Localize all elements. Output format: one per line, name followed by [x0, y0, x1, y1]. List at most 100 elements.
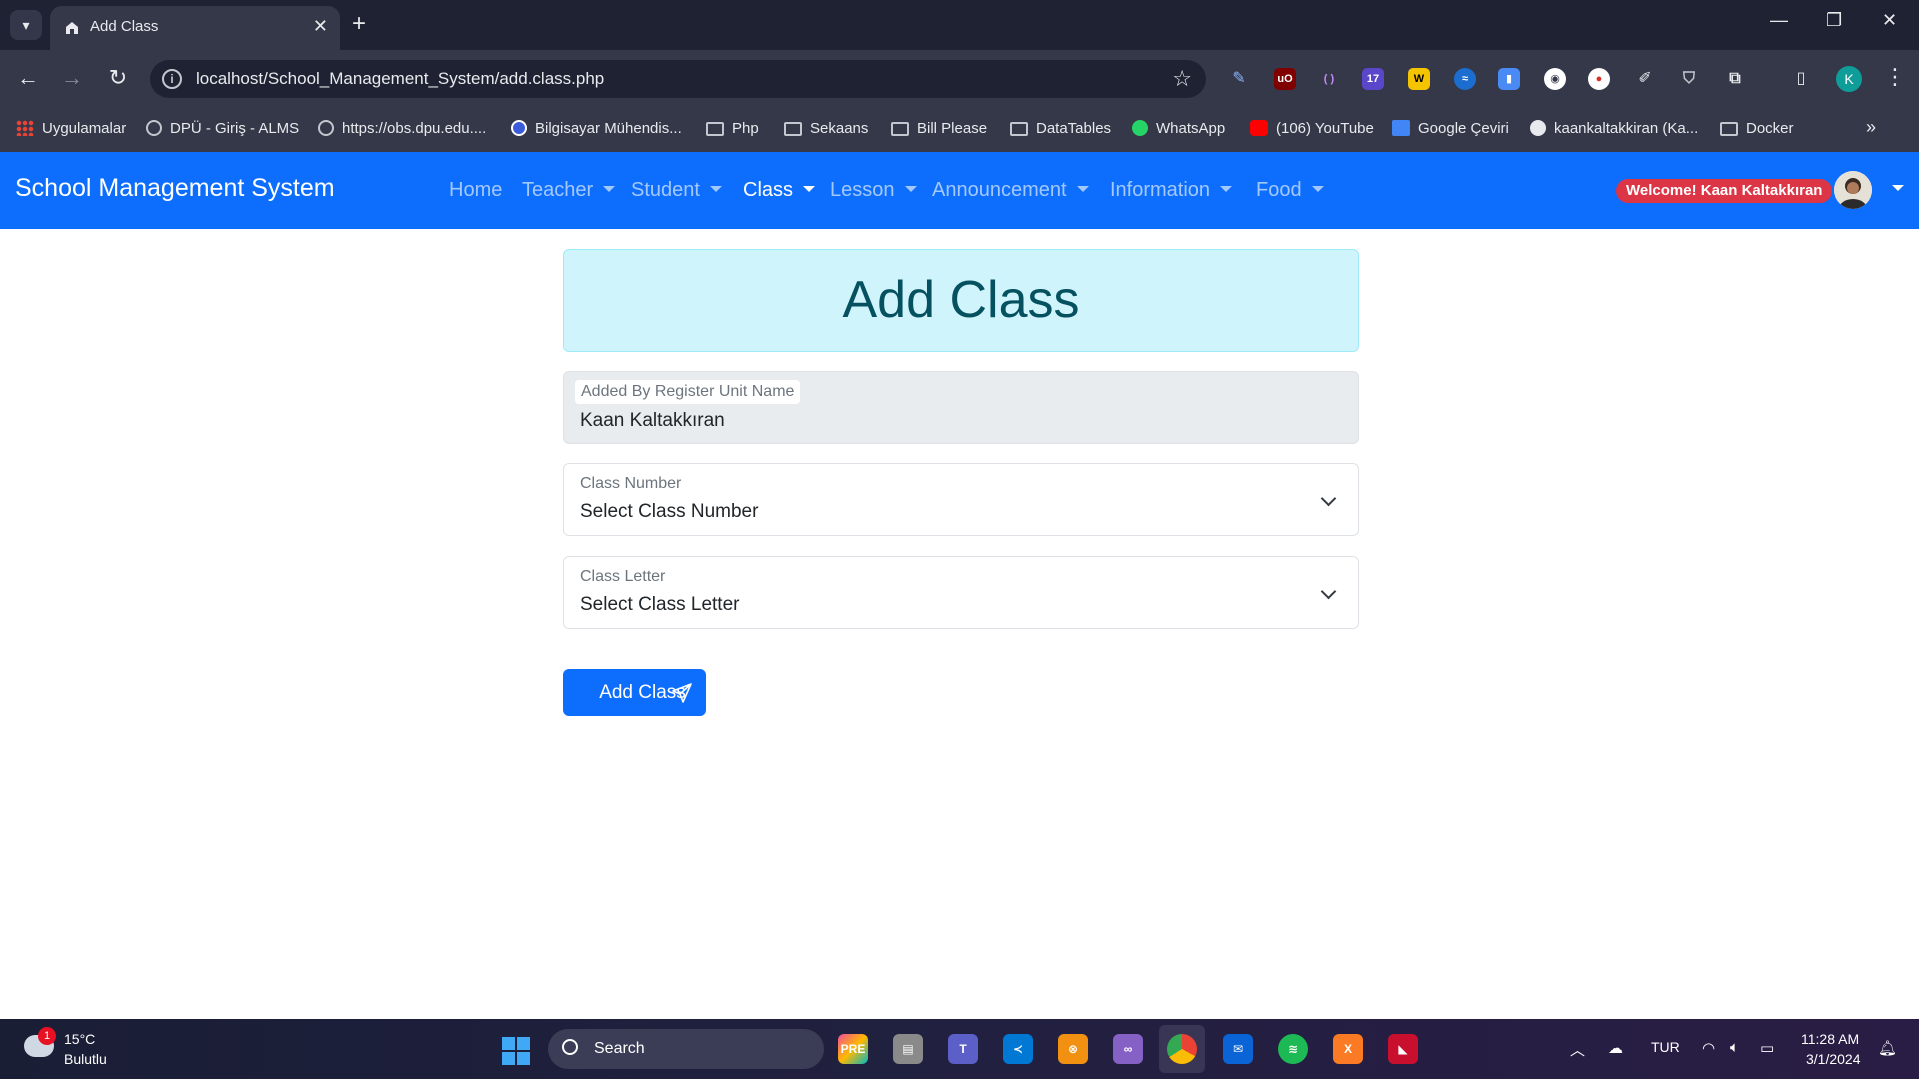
bookmark-folder-bill-please[interactable]: Bill Please: [891, 120, 987, 137]
record-extension-icon[interactable]: ●: [1588, 68, 1610, 90]
class-number-label: Class Number: [580, 475, 682, 492]
bookmark-folder-docker[interactable]: Docker: [1720, 120, 1794, 137]
file-explorer-app-icon[interactable]: ▤: [893, 1034, 923, 1064]
volume-icon[interactable]: 🔈︎: [1730, 1039, 1739, 1056]
chevron-down-icon: [1320, 490, 1337, 507]
bookmark-star-icon[interactable]: ☆: [1172, 66, 1192, 92]
eyedropper-extension-icon[interactable]: ✐: [1634, 68, 1656, 90]
copilot-app-icon[interactable]: PRE: [838, 1034, 868, 1064]
clock-time[interactable]: 11:28 AM: [1801, 1031, 1859, 1047]
xampp-app-icon[interactable]: X: [1333, 1034, 1363, 1064]
site-info-icon[interactable]: i: [162, 69, 182, 89]
weather-temperature[interactable]: 15°C: [64, 1031, 95, 1047]
reload-icon[interactable]: ↻: [103, 64, 133, 92]
chrome-app-icon[interactable]: [1167, 1034, 1197, 1064]
clock-date[interactable]: 3/1/2024: [1806, 1051, 1861, 1067]
vscode-app-icon[interactable]: ≺: [1003, 1034, 1033, 1064]
w-extension-icon[interactable]: W: [1408, 68, 1430, 90]
badge-extension-icon[interactable]: 17: [1362, 68, 1384, 90]
bracket-extension-icon[interactable]: ( ): [1318, 68, 1340, 90]
bookmark-folder-php[interactable]: Php: [706, 120, 759, 137]
ublock-extension-icon[interactable]: uO: [1274, 68, 1296, 90]
sql-app-icon[interactable]: ◣: [1388, 1034, 1418, 1064]
new-tab-button[interactable]: +: [352, 10, 366, 38]
forward-arrow-icon[interactable]: →: [57, 64, 87, 92]
bookmark-youtube[interactable]: (106) YouTube: [1250, 120, 1374, 137]
added-by-value: Kaan Kaltakkıran: [580, 410, 725, 431]
apps-grid-icon: [16, 120, 34, 136]
wifi-icon[interactable]: ◠: [1702, 1039, 1715, 1057]
onedrive-icon[interactable]: ☁: [1608, 1039, 1623, 1057]
nav-announcement-dropdown[interactable]: Announcement: [932, 179, 1089, 202]
bookmark-google-ceviri[interactable]: Google Çeviri: [1392, 120, 1509, 137]
bookmark-whatsapp[interactable]: WhatsApp: [1132, 120, 1225, 137]
app-navbar: School Management System Home Teacher St…: [0, 152, 1919, 229]
user-avatar[interactable]: [1834, 171, 1872, 209]
close-window-button[interactable]: ✕: [1882, 10, 1897, 31]
shield-extension-icon[interactable]: ⛉: [1678, 68, 1700, 90]
tray-chevron-up-icon[interactable]: ︿: [1570, 1039, 1585, 1060]
tab-search-button[interactable]: ▾: [10, 10, 42, 40]
class-number-select[interactable]: Class Number Select Class Number: [563, 463, 1359, 536]
minimize-button[interactable]: —: [1770, 10, 1788, 31]
notification-bell-icon[interactable]: 🔔︎: [1878, 1039, 1897, 1057]
nav-class-dropdown[interactable]: Class: [743, 179, 816, 202]
chevron-down-icon: [1320, 583, 1337, 600]
nav-food-dropdown[interactable]: Food: [1256, 179, 1324, 202]
more-bookmarks-icon[interactable]: »: [1866, 117, 1876, 138]
bookmarks-bar: Uygulamalar DPÜ - Giriş - ALMS https://o…: [0, 108, 1919, 152]
side-panel-icon[interactable]: ▯: [1790, 68, 1812, 90]
bookmark-bilgisayar[interactable]: Bilgisayar Mühendis...: [511, 120, 682, 137]
globe-icon: [146, 120, 162, 136]
translate-icon: [1392, 120, 1410, 136]
address-bar[interactable]: i localhost/School_Management_System/add…: [150, 60, 1206, 98]
nav-home[interactable]: Home: [449, 179, 502, 202]
teams-app-icon[interactable]: T: [948, 1034, 978, 1064]
profile-avatar[interactable]: K: [1836, 66, 1862, 92]
tab-close-icon[interactable]: ✕: [313, 16, 328, 37]
bookmark-obs-dpu[interactable]: https://obs.dpu.edu....: [318, 120, 486, 137]
url-text[interactable]: localhost/School_Management_System/add.c…: [196, 69, 604, 89]
add-class-button[interactable]: Add Class: [563, 669, 706, 716]
windows-start-icon[interactable]: [502, 1037, 530, 1065]
weather-condition[interactable]: Bulutlu: [64, 1051, 107, 1067]
university-icon: [511, 120, 527, 136]
sublime-merge-app-icon[interactable]: ⊗: [1058, 1034, 1088, 1064]
bookmark-folder-datatables[interactable]: DataTables: [1010, 120, 1111, 137]
browser-tab-strip: ▾ Add Class ✕ + — ❐ ✕: [0, 0, 1919, 50]
battery-icon[interactable]: ▭: [1760, 1039, 1774, 1057]
bookmark-apps[interactable]: Uygulamalar: [16, 120, 126, 137]
nav-lesson-dropdown[interactable]: Lesson: [830, 179, 917, 202]
taskbar-search-label: Search: [594, 1040, 645, 1057]
docs-extension-icon[interactable]: ▮: [1498, 68, 1520, 90]
caret-down-icon: [803, 186, 816, 192]
browser-tab[interactable]: Add Class ✕: [50, 6, 340, 50]
brand-link[interactable]: School Management System: [15, 174, 335, 203]
visual-studio-app-icon[interactable]: ∞: [1113, 1034, 1143, 1064]
nav-teacher-dropdown[interactable]: Teacher: [522, 179, 616, 202]
chrome-menu-icon[interactable]: ⋮: [1884, 64, 1906, 90]
taskbar-search[interactable]: Search: [548, 1029, 824, 1069]
class-letter-select[interactable]: Class Letter Select Class Letter: [563, 556, 1359, 629]
restore-button[interactable]: ❐: [1826, 10, 1842, 31]
folder-icon: [706, 122, 724, 136]
nav-information-dropdown[interactable]: Information: [1110, 179, 1233, 202]
circle-extension-icon[interactable]: ◉: [1544, 68, 1566, 90]
bookmark-github[interactable]: kaankaltakkiran (Ka...: [1530, 120, 1698, 137]
bookmark-dpu-alms[interactable]: DPÜ - Giriş - ALMS: [146, 120, 299, 137]
puzzle-extensions-icon[interactable]: ⧉: [1724, 68, 1746, 90]
class-number-value: Select Class Number: [580, 501, 759, 522]
language-indicator[interactable]: TUR: [1651, 1039, 1680, 1055]
wave-extension-icon[interactable]: ≈: [1454, 68, 1476, 90]
tools-extension-icon[interactable]: ✎: [1228, 68, 1250, 90]
weather-notification-badge: 1: [38, 1027, 56, 1045]
back-arrow-icon[interactable]: ←: [13, 64, 43, 92]
caret-down-icon: [709, 186, 722, 192]
nav-student-dropdown[interactable]: Student: [631, 179, 722, 202]
bookmark-folder-sekaans[interactable]: Sekaans: [784, 120, 868, 137]
spotify-app-icon[interactable]: ≋: [1278, 1034, 1308, 1064]
windows-taskbar: 1 15°C Bulutlu Search PRE ▤ T ≺ ⊗ ∞ ✉ ≋ …: [0, 1019, 1919, 1079]
user-menu-caret-icon[interactable]: [1892, 185, 1904, 191]
welcome-badge: Welcome! Kaan Kaltakkıran: [1616, 179, 1833, 203]
mail-app-icon[interactable]: ✉: [1223, 1034, 1253, 1064]
